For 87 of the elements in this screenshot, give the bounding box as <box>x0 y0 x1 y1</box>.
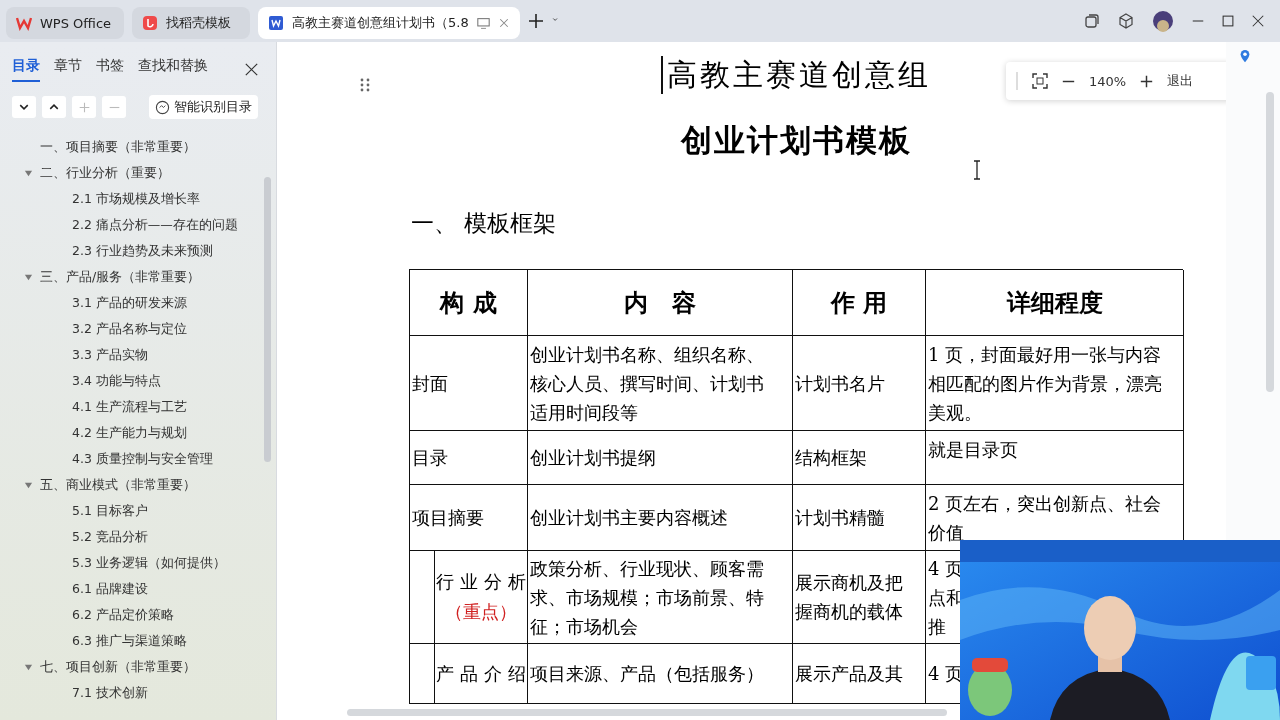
column-header: 详细程度 <box>926 270 1184 336</box>
outline-item[interactable]: 五、商业模式（非常重要） <box>40 476 196 494</box>
table-cell: 创业计划书主要内容概述 <box>528 485 793 551</box>
scrollbar[interactable] <box>1266 92 1274 392</box>
table-cell: 就是目录页 <box>926 431 1184 485</box>
location-pin-icon[interactable] <box>1238 48 1252 64</box>
close-icon[interactable] <box>1252 15 1264 27</box>
outline-item[interactable]: 3.4 功能与特点 <box>72 372 161 390</box>
app-tab[interactable]: WPS Office <box>6 7 124 39</box>
column-header: 构 成 <box>410 270 528 336</box>
outline-item[interactable]: 4.1 生产流程与工艺 <box>72 398 187 416</box>
zoom-in-button[interactable] <box>1140 74 1154 88</box>
previous-heading-button[interactable] <box>42 96 66 118</box>
avatar-icon[interactable] <box>1152 10 1174 32</box>
outline-item[interactable]: 3.1 产品的研发来源 <box>72 294 187 312</box>
column-header: 作 用 <box>793 270 926 336</box>
fit-page-icon <box>1032 73 1048 89</box>
expand-icon[interactable] <box>24 480 33 490</box>
windows-icon[interactable] <box>1084 13 1100 29</box>
smart-toc-button[interactable]: 智能识别目录 <box>149 95 258 119</box>
outline-item[interactable]: 七、项目创新（非常重要） <box>40 658 196 676</box>
outline-item[interactable]: 5.1 目标客户 <box>72 502 148 520</box>
drag-handle-icon[interactable] <box>360 78 370 92</box>
panel-tab[interactable]: 书签 <box>96 56 124 82</box>
expand-icon[interactable] <box>24 272 33 282</box>
outline-item[interactable]: 6.2 产品定价策略 <box>72 606 174 624</box>
maximize-icon[interactable] <box>1222 15 1234 27</box>
app-tab[interactable]: 找稻壳模板 <box>132 7 250 39</box>
table-cell: 创业计划书名称、组织名称、 核心人员、撰写时间、计划书 适用时间段等 <box>528 336 793 431</box>
wps-logo-icon <box>16 15 32 31</box>
template-logo-icon <box>142 15 158 31</box>
outline-item[interactable]: 6.3 推广与渠道策略 <box>72 632 187 650</box>
table-cell: 政策分析、行业现状、顾客需 求、市场规模；市场前景、特 征；市场机会 <box>528 551 793 644</box>
table-cell: 展示产品及其 <box>793 644 926 704</box>
outline-item[interactable]: 5.3 业务逻辑（如何提供） <box>72 554 226 572</box>
cube-icon[interactable] <box>1118 13 1134 29</box>
fit-page-button[interactable] <box>1032 73 1048 89</box>
outline-item[interactable]: 3.2 产品名称与定位 <box>72 320 187 338</box>
table-cell: 项目摘要 <box>410 485 528 551</box>
panel-tab[interactable]: 目录 <box>12 56 40 82</box>
plus-icon <box>1140 74 1154 88</box>
table-cell: 封面 <box>410 336 528 431</box>
outline-item[interactable]: 5.2 竞品分析 <box>72 528 148 546</box>
panel-tab[interactable]: 查找和替换 <box>138 56 208 82</box>
table-cell: 计划书名片 <box>793 336 926 431</box>
table-cell: 创业计划书提纲 <box>528 431 793 485</box>
new-tab-icon[interactable] <box>527 13 544 29</box>
app-tab[interactable]: 高教主赛道创意组计划书（5.8 <box>258 7 520 39</box>
chevron-down-icon <box>19 102 29 112</box>
outline-item[interactable]: 2.2 痛点分析——存在的问题 <box>72 216 238 234</box>
plus-icon <box>78 101 90 113</box>
document-title: 高教主赛道创意组 <box>661 56 931 94</box>
zoom-level: 140% <box>1089 73 1127 89</box>
exit-button[interactable]: 退出 <box>1167 72 1194 90</box>
bubble-icon <box>155 99 170 115</box>
table-cell: 项目来源、产品（包括服务） <box>528 644 793 704</box>
column-header: 内 容 <box>528 270 793 336</box>
outline-item[interactable]: 4.2 生产能力与规划 <box>72 424 187 442</box>
outline-item[interactable]: 3.3 产品实物 <box>72 346 148 364</box>
table-cell-text: 行 业 分 析 （重点） <box>435 570 527 624</box>
outline-item[interactable]: 三、产品/服务（非常重要） <box>40 268 201 286</box>
section-heading: 一、 模板框架 <box>411 209 557 238</box>
outline-item[interactable]: 7.1 技术创新 <box>72 684 148 702</box>
next-heading-button[interactable] <box>12 96 36 118</box>
monitor-icon <box>476 16 490 30</box>
document-logo-icon <box>268 15 284 31</box>
outline-item[interactable]: 一、项目摘要（非常重要） <box>40 138 196 156</box>
table-cell: 1 页，封面最好用一张与内容 相匹配的图片作为背景，漂亮 美观。 <box>926 336 1184 431</box>
outline-item[interactable]: 二、行业分析（重要） <box>40 164 170 182</box>
expand-icon[interactable] <box>24 168 33 178</box>
outline-item[interactable]: 2.1 市场规模及增长率 <box>72 190 200 208</box>
scrollbar[interactable] <box>264 177 271 462</box>
table-cell-text: 产 品 介 绍 <box>435 661 527 686</box>
table-cell: 展示商机及把 握商机的载体 <box>793 551 926 644</box>
table-cell: 目录 <box>410 431 528 485</box>
scrollbar[interactable] <box>347 709 947 716</box>
close-icon[interactable] <box>245 62 258 76</box>
outline-item[interactable]: 6.1 品牌建设 <box>72 580 148 598</box>
text-cursor-icon <box>972 160 982 180</box>
outline-item[interactable]: 4.3 质量控制与安全管理 <box>72 450 213 468</box>
expand-icon[interactable] <box>24 662 33 672</box>
chevron-up-icon <box>49 102 59 112</box>
table-cell: 计划书精髓 <box>793 485 926 551</box>
document-subtitle: 创业计划书模板 <box>680 121 912 160</box>
outline-item[interactable]: 2.3 行业趋势及未来预测 <box>72 242 213 260</box>
table-cell: 结构框架 <box>793 431 926 485</box>
panel-tab[interactable]: 章节 <box>54 56 82 82</box>
